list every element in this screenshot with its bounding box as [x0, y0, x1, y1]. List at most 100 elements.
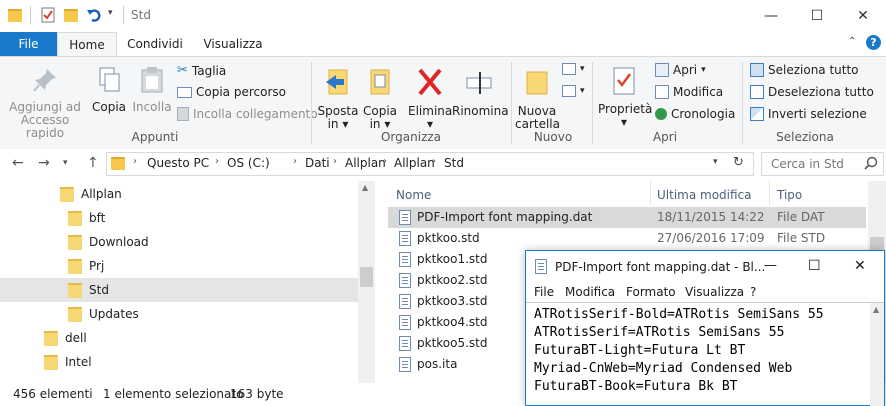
folder-icon [68, 282, 82, 298]
edit-button[interactable]: Modifica [655, 85, 723, 99]
chevron-right-icon[interactable]: › [432, 156, 436, 167]
edit-label: Modifica [673, 85, 724, 99]
copy-path-button[interactable]: Copia percorso [177, 85, 286, 99]
refresh-icon[interactable]: ↻ [733, 155, 744, 170]
chevron-right-icon[interactable]: › [383, 156, 387, 167]
history-label: Cronologia [671, 107, 736, 121]
breadcrumb-dati[interactable]: Dati [305, 156, 330, 170]
tree-item-allplan[interactable]: Allplan [60, 182, 122, 206]
collapse-ribbon-icon[interactable]: ⌃ [848, 36, 856, 47]
group-label-clipboard: Appunti [131, 130, 179, 144]
text-file-icon [399, 273, 411, 288]
tree-item-std[interactable]: Std [0, 278, 358, 302]
file-name: pktkoo2.std [417, 273, 488, 287]
recent-locations-icon[interactable]: ▾ [63, 158, 68, 168]
copy-button[interactable]: Copia [89, 62, 129, 114]
tree-item-updates[interactable]: Updates [68, 302, 139, 326]
open-button[interactable]: Apri ▾ [655, 63, 706, 77]
new-folder-button[interactable]: Nuova cartella [515, 62, 560, 131]
tree-scrollbar[interactable]: ▲ [358, 181, 375, 383]
menu-format[interactable]: Formato [626, 285, 676, 299]
breadcrumb-allplan[interactable]: Allplan [345, 156, 386, 170]
address-dropdown-icon[interactable]: ▾ [713, 157, 718, 167]
column-header-name[interactable]: Nome [396, 188, 431, 202]
new-folder-icon[interactable] [64, 7, 80, 23]
chevron-right-icon[interactable]: › [133, 156, 137, 167]
notepad-scrollbar[interactable]: ▲ [870, 302, 884, 406]
folder-icon [68, 306, 82, 322]
tab-home[interactable]: Home [57, 32, 117, 57]
tab-view[interactable]: Visualizza [196, 32, 270, 56]
file-row[interactable]: pktkoo.std 27/06/2016 17:09 File STD [388, 228, 866, 249]
paste-label: Incolla [132, 100, 172, 114]
scissors-icon: ✂ [177, 63, 188, 78]
notepad-minimize-button[interactable]: — [764, 258, 777, 273]
copy-to-button[interactable]: Copia in ▾ [360, 62, 400, 131]
folder-icon [44, 330, 58, 346]
select-none-label: Deseleziona tutto [768, 85, 874, 99]
search-icon[interactable] [864, 156, 878, 173]
search-input[interactable]: Cerca in Std [761, 152, 884, 176]
rename-icon [452, 66, 506, 101]
properties-icon[interactable] [40, 7, 56, 23]
tree-item-download[interactable]: Download [68, 230, 149, 254]
column-divider[interactable] [650, 181, 651, 205]
file-row[interactable]: PDF-Import font mapping.dat 18/11/2015 1… [388, 207, 866, 228]
tab-file[interactable]: File [0, 32, 57, 56]
forward-arrow-icon[interactable]: → [38, 155, 50, 171]
notepad-maximize-button[interactable]: ☐ [808, 258, 821, 274]
maximize-button[interactable]: ☐ [794, 0, 840, 32]
column-header-type[interactable]: Tipo [777, 188, 802, 202]
tab-share[interactable]: Condividi [120, 32, 190, 56]
scroll-up-icon[interactable]: ▲ [362, 183, 368, 192]
address-bar[interactable]: › Questo PC › OS (C:) › Dati › Allplan ›… [106, 152, 754, 176]
breadcrumb-allplan-2[interactable]: Allplan [394, 156, 435, 170]
invert-selection-button[interactable]: Inverti selezione [750, 107, 867, 121]
tree-item-intel[interactable]: Intel [44, 350, 92, 374]
notepad-title-bar[interactable]: PDF-Import font mapping.dat - Bl... — ☐ … [526, 251, 884, 282]
customize-quick-access-icon[interactable]: ▾ [108, 8, 113, 18]
tree-item-prj[interactable]: Prj [68, 254, 104, 278]
minimize-button[interactable]: — [748, 0, 794, 32]
history-button[interactable]: Cronologia [655, 107, 735, 121]
text-file-icon [399, 252, 411, 267]
menu-help[interactable]: ? [750, 285, 756, 299]
notepad-text-area[interactable]: ATRotisSerif-Bold=ATRotis SemiSans 55 AT… [526, 302, 870, 405]
tree-item-dell[interactable]: dell [44, 326, 87, 350]
column-header-modified[interactable]: Ultima modifica [657, 188, 752, 202]
scrollbar-thumb[interactable] [360, 267, 373, 287]
menu-file[interactable]: File [534, 285, 554, 299]
menu-edit[interactable]: Modifica [565, 285, 615, 299]
notepad-close-button[interactable]: ✕ [854, 258, 866, 274]
easy-access-button[interactable]: ▾ [562, 85, 585, 97]
paste-shortcut-button[interactable]: Incolla collegamento [177, 107, 318, 121]
rename-label: Rinomina [452, 104, 509, 118]
chevron-right-icon[interactable]: › [333, 156, 337, 167]
paste-button[interactable]: Incolla [131, 62, 173, 114]
select-none-button[interactable]: Deseleziona tutto [750, 85, 874, 99]
select-all-button[interactable]: Seleziona tutto [750, 63, 859, 77]
help-icon[interactable]: ? [866, 35, 881, 50]
back-arrow-icon[interactable]: ← [12, 155, 24, 171]
menu-view[interactable]: Visualizza [685, 285, 744, 299]
tree-item-bft[interactable]: bft [68, 206, 105, 230]
pin-quick-access-button[interactable]: Aggiungi ad Accesso rapido [6, 62, 84, 140]
breadcrumb-drive[interactable]: OS (C:) [227, 156, 270, 170]
cut-button[interactable]: ✂ Taglia [177, 63, 226, 78]
rename-button[interactable]: Rinomina [452, 62, 509, 118]
undo-icon[interactable] [86, 7, 102, 23]
close-button[interactable]: ✕ [840, 0, 886, 32]
column-divider[interactable] [769, 181, 770, 205]
properties-button[interactable]: Proprietà ▾ [598, 62, 652, 129]
new-item-button[interactable]: ▾ [562, 63, 585, 75]
delete-button[interactable]: Elimina ▾ [408, 62, 452, 131]
chevron-right-icon[interactable]: › [215, 156, 219, 167]
folder-icon [68, 210, 82, 226]
chevron-right-icon[interactable]: › [293, 156, 297, 167]
scroll-up-icon[interactable]: ▲ [873, 305, 879, 314]
move-to-button[interactable]: Sposta in ▾ [316, 62, 360, 131]
up-arrow-icon[interactable]: ↑ [87, 155, 99, 171]
breadcrumb-this-pc[interactable]: Questo PC [147, 156, 209, 170]
breadcrumb-std[interactable]: Std [444, 156, 464, 170]
open-dropdown-icon: ▾ [701, 65, 706, 75]
